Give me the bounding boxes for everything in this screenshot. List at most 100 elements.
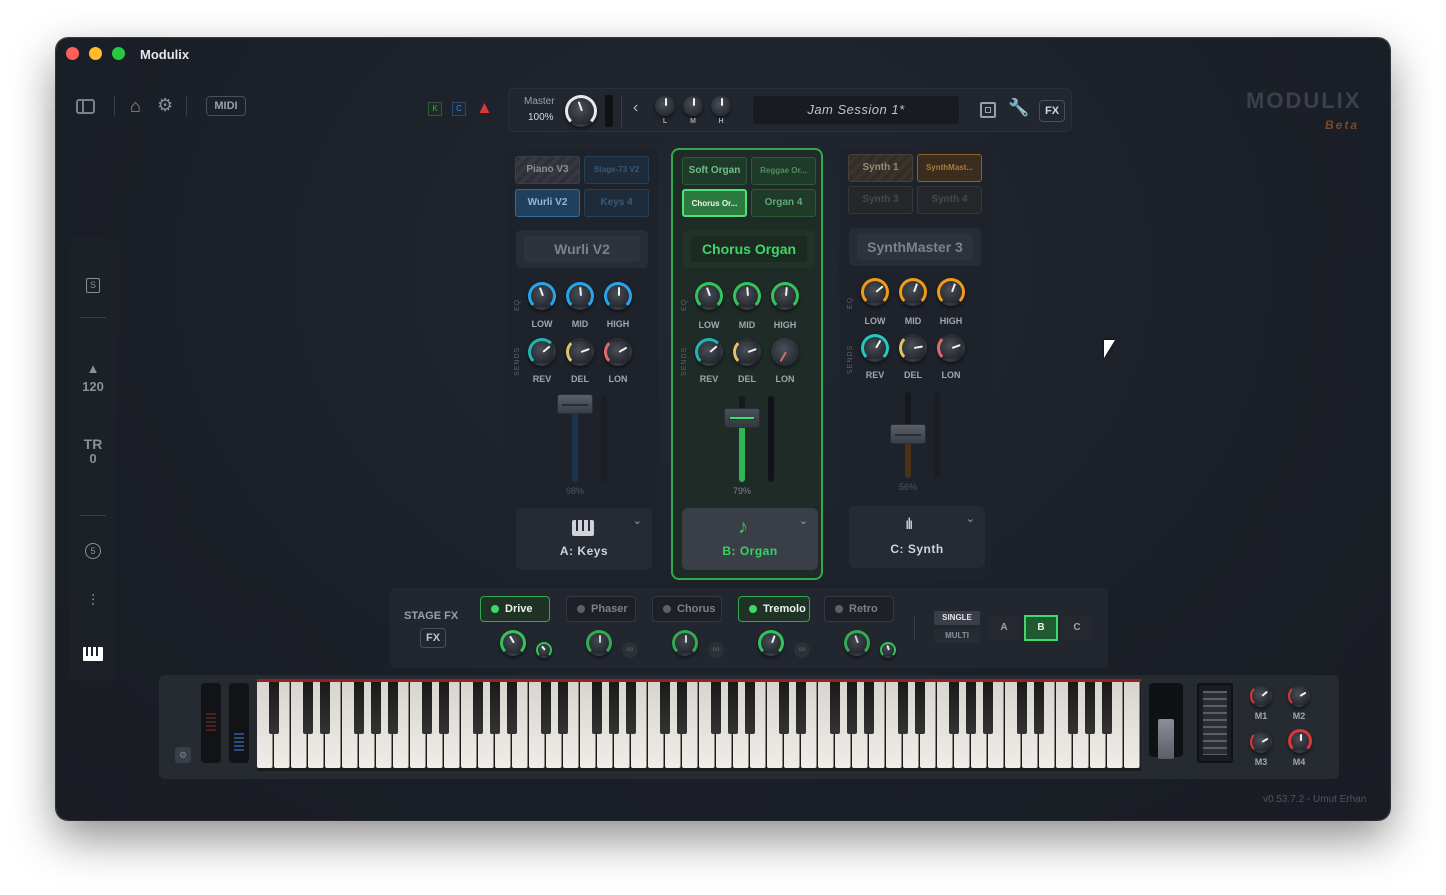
m4-knob[interactable] (1288, 729, 1312, 753)
fx-chorus-toggle[interactable]: Chorus (652, 596, 722, 622)
single-mode-button[interactable]: SINGLE (934, 611, 980, 625)
multi-mode-button[interactable]: MULTI (934, 629, 980, 643)
channel-a-slot[interactable]: ⌄ A: Keys (516, 508, 652, 570)
black-key[interactable] (660, 682, 670, 734)
channel-a-eq-high-knob[interactable] (604, 282, 632, 310)
s-icon[interactable]: S (70, 275, 116, 293)
eq-low-knob[interactable] (655, 96, 675, 116)
fx-target-c[interactable]: C (1062, 616, 1092, 640)
fx-retro-mix-knob[interactable] (880, 642, 896, 658)
preset-chorus-organ[interactable]: Chorus Or... (682, 189, 747, 217)
black-key[interactable] (711, 682, 721, 734)
channel-b-reverb-knob[interactable] (695, 338, 723, 366)
minimize-window-button[interactable] (89, 47, 102, 60)
black-key[interactable] (439, 682, 449, 734)
keyboard-settings-icon[interactable]: ⚙ (175, 747, 191, 763)
channel-b-instrument[interactable]: Chorus Organ (683, 230, 815, 268)
black-key[interactable] (847, 682, 857, 734)
channel-c-lon-knob[interactable] (937, 334, 965, 362)
fx-target-a[interactable]: A (990, 616, 1018, 640)
pitch-bend-wheel[interactable] (201, 683, 221, 763)
wrench-icon[interactable]: 🔧 (1008, 98, 1029, 118)
channel-c-fader-cap[interactable] (890, 424, 926, 444)
session-name-field[interactable]: Jam Session 1* (753, 96, 959, 124)
preset-synth-1[interactable]: Synth 1 (848, 154, 913, 182)
black-key[interactable] (422, 682, 432, 734)
fx-phaser-toggle[interactable]: Phaser (566, 596, 636, 622)
eq-high-knob[interactable] (711, 96, 731, 116)
link-icon[interactable]: ∞ (708, 642, 724, 658)
preset-wurli-v2[interactable]: Wurli V2 (515, 189, 580, 217)
transpose-value[interactable]: 0 (70, 451, 116, 466)
fx-tremolo-toggle[interactable]: Tremolo (738, 596, 810, 622)
snapshot-icon[interactable]: 5 (70, 541, 116, 559)
preset-synthmaster[interactable]: SynthMast... (917, 154, 982, 182)
channel-c-instrument[interactable]: SynthMaster 3 (849, 228, 981, 266)
channel-b-eq-mid-knob[interactable] (733, 282, 761, 310)
black-key[interactable] (388, 682, 398, 734)
preset-reggae-organ[interactable]: Reggae Or... (751, 157, 816, 185)
black-key[interactable] (915, 682, 925, 734)
black-key[interactable] (354, 682, 364, 734)
fx-target-b[interactable]: B (1024, 615, 1058, 641)
channel-c-eq-high-knob[interactable] (937, 278, 965, 306)
channel-b-lon-knob[interactable] (771, 338, 799, 366)
black-key[interactable] (983, 682, 993, 734)
link-icon[interactable]: ∞ (622, 642, 638, 658)
black-key[interactable] (796, 682, 806, 734)
close-window-button[interactable] (66, 47, 79, 60)
black-key[interactable] (728, 682, 738, 734)
mixer-icon[interactable]: ⫶ (70, 593, 116, 611)
fx-drive-mix-knob[interactable] (536, 642, 552, 658)
warning-icon[interactable]: ▲ (476, 98, 493, 118)
midi-button[interactable]: MIDI (206, 96, 246, 116)
m1-knob[interactable] (1250, 685, 1272, 707)
channel-a-fader-cap[interactable] (557, 394, 593, 414)
preset-keys-4[interactable]: Keys 4 (584, 189, 649, 217)
fx-drive-knob[interactable] (500, 630, 526, 656)
fx-drive-toggle[interactable]: Drive (480, 596, 550, 622)
master-volume-knob[interactable] (565, 95, 597, 127)
channel-a-eq-low-knob[interactable] (528, 282, 556, 310)
black-key[interactable] (303, 682, 313, 734)
channel-a-instrument[interactable]: Wurli V2 (516, 230, 648, 268)
black-key[interactable] (949, 682, 959, 734)
octave-wheel[interactable] (229, 683, 249, 763)
fx-button[interactable]: FX (1039, 100, 1065, 122)
channel-b-delay-knob[interactable] (733, 338, 761, 366)
m2-knob[interactable] (1288, 685, 1310, 707)
preset-stage-73-v2[interactable]: Stage-73 V2 (584, 156, 649, 184)
black-key[interactable] (592, 682, 602, 734)
black-key[interactable] (490, 682, 500, 734)
black-key[interactable] (320, 682, 330, 734)
black-key[interactable] (609, 682, 619, 734)
zoom-window-button[interactable] (112, 47, 125, 60)
m3-knob[interactable] (1250, 731, 1272, 753)
black-key[interactable] (558, 682, 568, 734)
black-key[interactable] (966, 682, 976, 734)
black-key[interactable] (1034, 682, 1044, 734)
chevron-down-icon[interactable]: ⌄ (799, 514, 808, 527)
black-key[interactable] (898, 682, 908, 734)
black-key[interactable] (745, 682, 755, 734)
black-key[interactable] (779, 682, 789, 734)
preset-organ-4[interactable]: Organ 4 (751, 189, 816, 217)
preset-soft-organ[interactable]: Soft Organ (682, 157, 747, 185)
black-key[interactable] (830, 682, 840, 734)
black-key[interactable] (1102, 682, 1112, 734)
cpu-icon[interactable] (980, 102, 996, 118)
channel-c-slot[interactable]: ılı ⌄ C: Synth (849, 506, 985, 568)
fx-retro-toggle[interactable]: Retro (824, 596, 894, 622)
channel-b-eq-low-knob[interactable] (695, 282, 723, 310)
black-key[interactable] (371, 682, 381, 734)
black-key[interactable] (269, 682, 279, 734)
channel-c-eq-mid-knob[interactable] (899, 278, 927, 306)
black-key[interactable] (507, 682, 517, 734)
white-key[interactable] (1124, 682, 1141, 768)
preset-synth-3[interactable]: Synth 3 (848, 186, 913, 214)
channel-b-slot[interactable]: ♪ ⌄ B: Organ (682, 508, 818, 570)
black-key[interactable] (677, 682, 687, 734)
channel-a-delay-knob[interactable] (566, 338, 594, 366)
chevron-down-icon[interactable]: ⌄ (966, 512, 975, 525)
fx-chorus-knob[interactable] (672, 630, 698, 656)
